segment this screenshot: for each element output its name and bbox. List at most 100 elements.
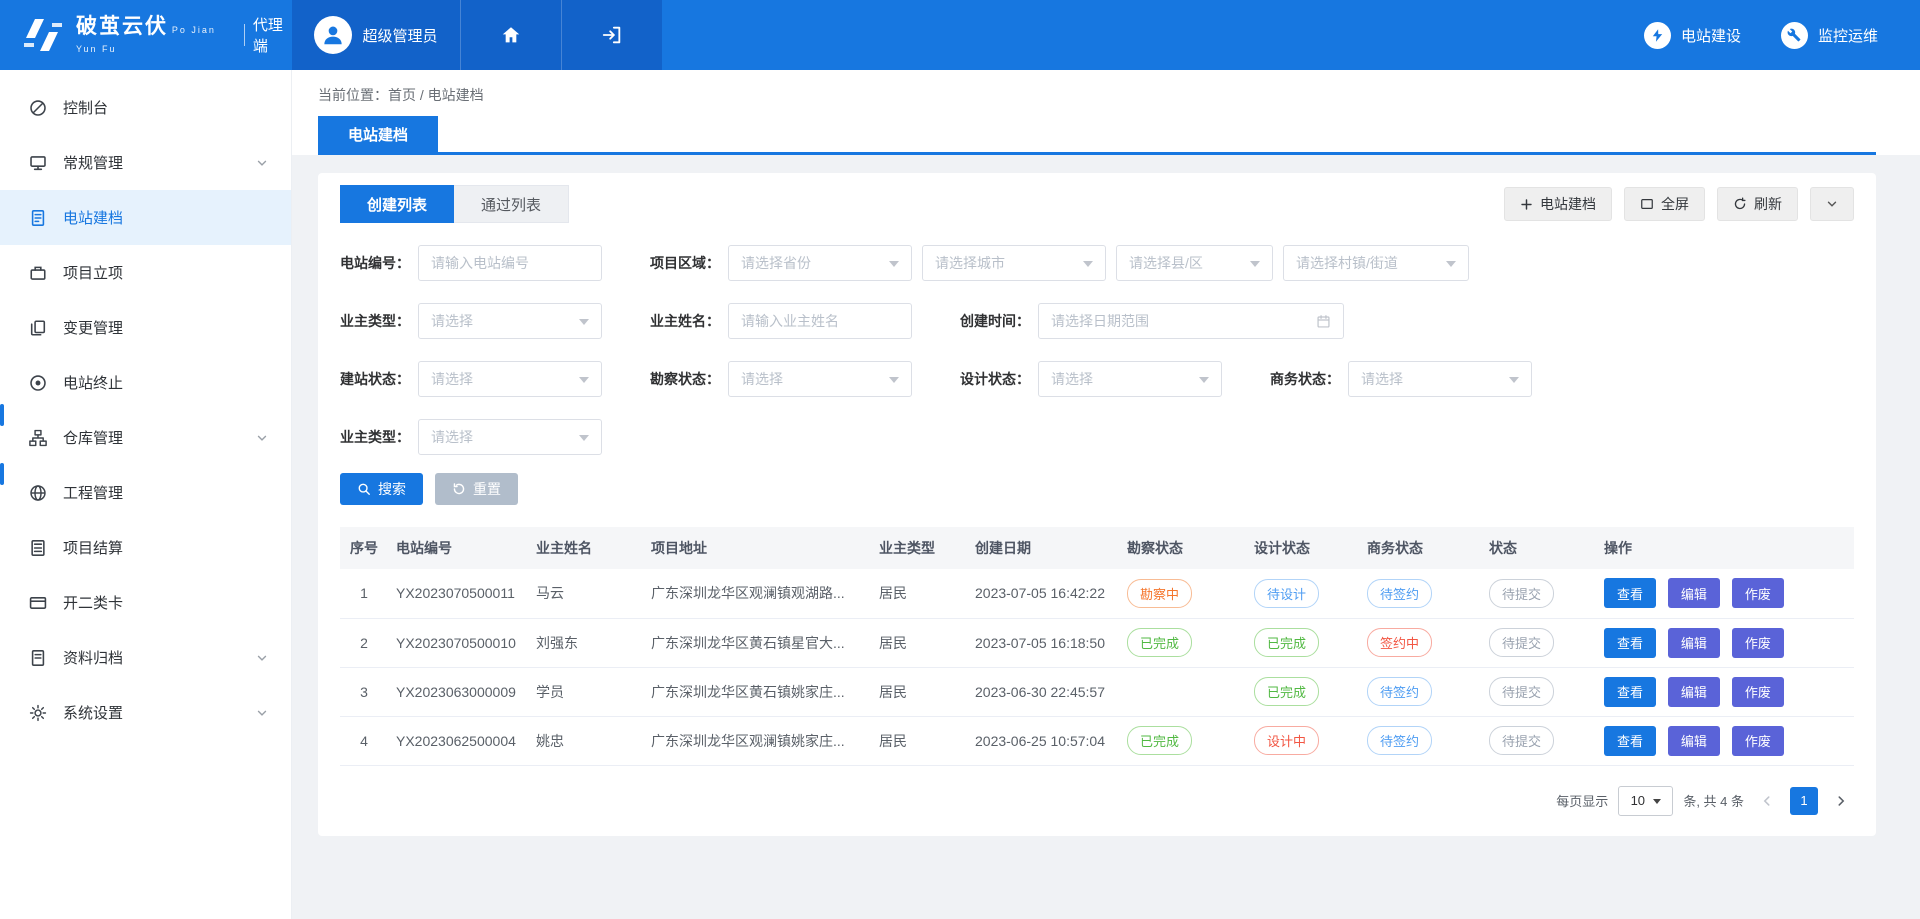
add-station-button[interactable]: 电站建档 bbox=[1504, 187, 1612, 221]
next-page-button[interactable] bbox=[1828, 788, 1854, 814]
reset-button[interactable]: 重置 bbox=[435, 473, 518, 505]
logout-button[interactable] bbox=[561, 0, 662, 70]
build-status-select[interactable]: 请选择 bbox=[418, 361, 602, 397]
sidebar-item-label: 项目结算 bbox=[63, 537, 123, 558]
station-no-input[interactable] bbox=[418, 245, 602, 281]
sidebar-item-system-settings[interactable]: 系统设置 bbox=[0, 685, 291, 740]
col-header-station-no: 电站编号 bbox=[388, 527, 528, 569]
station-no-label: 电站编号： bbox=[340, 253, 418, 273]
total-count-label: 条, 共 4 条 bbox=[1683, 791, 1744, 810]
sidebar-item-data-archive[interactable]: 资料归档 bbox=[0, 630, 291, 685]
breadcrumb: 当前位置：首页 / 电站建档 bbox=[292, 85, 1920, 105]
sidebar-item-class2-card[interactable]: 开二类卡 bbox=[0, 575, 291, 630]
owner-type2-label: 业主类型： bbox=[340, 427, 418, 447]
sidebar-item-label: 常规管理 bbox=[63, 152, 123, 173]
breadcrumb-home-link[interactable]: 首页 bbox=[388, 87, 416, 103]
caret-down-icon bbox=[579, 377, 589, 388]
col-header-design: 设计状态 bbox=[1246, 527, 1359, 569]
calculator-icon bbox=[28, 538, 48, 558]
view-button[interactable]: 查看 bbox=[1604, 628, 1656, 658]
sidebar-item-general-mgmt[interactable]: 常规管理 bbox=[0, 135, 291, 190]
caret-down-icon bbox=[1083, 261, 1093, 272]
nav-monitor-ops[interactable]: 监控运维 bbox=[1781, 22, 1878, 49]
prev-page-button[interactable] bbox=[1754, 788, 1780, 814]
tab-create-list[interactable]: 创建列表 bbox=[340, 185, 454, 223]
sidebar-item-station-archive[interactable]: 电站建档 bbox=[0, 190, 291, 245]
sidebar-item-label: 开二类卡 bbox=[63, 592, 123, 613]
collapse-filters-button[interactable] bbox=[1810, 187, 1854, 221]
caret-down-icon bbox=[1509, 377, 1519, 388]
sidebar-item-project-settlement[interactable]: 项目结算 bbox=[0, 520, 291, 575]
status-badge: 设计中 bbox=[1254, 726, 1319, 755]
sidebar-item-warehouse-mgmt[interactable]: 仓库管理 bbox=[0, 410, 291, 465]
edit-button[interactable]: 编辑 bbox=[1668, 628, 1720, 658]
city-select[interactable]: 请选择城市 bbox=[922, 245, 1106, 281]
search-button[interactable]: 搜索 bbox=[340, 473, 423, 505]
fullscreen-button[interactable]: 全屏 bbox=[1624, 187, 1705, 221]
user-avatar-icon bbox=[314, 16, 352, 54]
view-button[interactable]: 查看 bbox=[1604, 578, 1656, 608]
design-status-select[interactable]: 请选择 bbox=[1038, 361, 1222, 397]
edit-button[interactable]: 编辑 bbox=[1668, 578, 1720, 608]
sidebar-item-station-termination[interactable]: 电站终止 bbox=[0, 355, 291, 410]
card-icon bbox=[28, 593, 48, 613]
col-header-status: 状态 bbox=[1481, 527, 1596, 569]
sitemap-icon bbox=[28, 428, 48, 448]
chevron-down-icon bbox=[255, 431, 269, 445]
void-button[interactable]: 作废 bbox=[1732, 578, 1784, 608]
col-header-no: 序号 bbox=[340, 527, 388, 569]
page-number-button[interactable]: 1 bbox=[1790, 787, 1818, 815]
owner-type2-select[interactable]: 请选择 bbox=[418, 419, 602, 455]
void-button[interactable]: 作废 bbox=[1732, 677, 1784, 707]
globe-icon bbox=[28, 483, 48, 503]
sidebar-item-project-initiation[interactable]: 项目立项 bbox=[0, 245, 291, 300]
province-select[interactable]: 请选择省份 bbox=[728, 245, 912, 281]
status-badge: 待签约 bbox=[1367, 579, 1432, 608]
create-time-range-picker[interactable]: 请选择日期范围 bbox=[1038, 303, 1344, 339]
survey-status-label: 勘察状态： bbox=[650, 369, 728, 389]
edit-button[interactable]: 编辑 bbox=[1668, 726, 1720, 756]
sidebar-item-label: 仓库管理 bbox=[63, 427, 123, 448]
view-button[interactable]: 查看 bbox=[1604, 726, 1656, 756]
sidebar-item-change-mgmt[interactable]: 变更管理 bbox=[0, 300, 291, 355]
business-status-select[interactable]: 请选择 bbox=[1348, 361, 1532, 397]
app-logo: 破茧云伏 Po Jian Yun Fu 代理端 bbox=[0, 0, 292, 70]
user-menu[interactable]: 超级管理员 bbox=[292, 0, 460, 70]
void-button[interactable]: 作废 bbox=[1732, 726, 1784, 756]
col-header-owner: 业主姓名 bbox=[528, 527, 643, 569]
user-name: 超级管理员 bbox=[362, 25, 437, 46]
view-button[interactable]: 查看 bbox=[1604, 677, 1656, 707]
sidebar-item-engineering-mgmt[interactable]: 工程管理 bbox=[0, 465, 291, 520]
county-select[interactable]: 请选择县/区 bbox=[1116, 245, 1273, 281]
tab-passed-list[interactable]: 通过列表 bbox=[454, 185, 569, 223]
col-header-survey: 勘察状态 bbox=[1119, 527, 1246, 569]
void-button[interactable]: 作废 bbox=[1732, 628, 1784, 658]
chevron-down-icon bbox=[255, 706, 269, 720]
fullscreen-icon bbox=[1640, 197, 1654, 211]
town-select[interactable]: 请选择村镇/街道 bbox=[1283, 245, 1469, 281]
caret-down-icon bbox=[579, 435, 589, 446]
per-page-select[interactable]: 10 bbox=[1618, 786, 1673, 816]
survey-status-select[interactable]: 请选择 bbox=[728, 361, 912, 397]
refresh-button[interactable]: 刷新 bbox=[1717, 187, 1798, 221]
per-page-label: 每页显示 bbox=[1556, 791, 1608, 810]
home-icon bbox=[500, 24, 522, 46]
caret-down-icon bbox=[1653, 799, 1661, 808]
build-status-label: 建站状态： bbox=[340, 369, 418, 389]
home-button[interactable] bbox=[460, 0, 561, 70]
status-badge: 已完成 bbox=[1254, 628, 1319, 657]
nav-station-build[interactable]: 电站建设 bbox=[1644, 22, 1741, 49]
page-tab-station-archive[interactable]: 电站建档 bbox=[318, 116, 438, 152]
col-header-owner-type: 业主类型 bbox=[871, 527, 967, 569]
create-time-label: 创建时间： bbox=[960, 311, 1038, 331]
table-row: 3 YX2023063000009 学员 广东深圳龙华区黄石镇姚家庄... 居民… bbox=[340, 667, 1854, 716]
owner-name-input[interactable] bbox=[728, 303, 912, 339]
sidebar-item-label: 电站建档 bbox=[63, 207, 123, 228]
chevron-down-icon bbox=[1825, 197, 1839, 211]
owner-name-label: 业主姓名： bbox=[650, 311, 728, 331]
main-content: 当前位置：首页 / 电站建档 电站建档 创建列表 通过列表 电站建档 bbox=[292, 70, 1920, 919]
sidebar-item-dashboard[interactable]: 控制台 bbox=[0, 80, 291, 135]
edit-button[interactable]: 编辑 bbox=[1668, 677, 1720, 707]
refresh-icon bbox=[1733, 197, 1747, 211]
owner-type-select[interactable]: 请选择 bbox=[418, 303, 602, 339]
